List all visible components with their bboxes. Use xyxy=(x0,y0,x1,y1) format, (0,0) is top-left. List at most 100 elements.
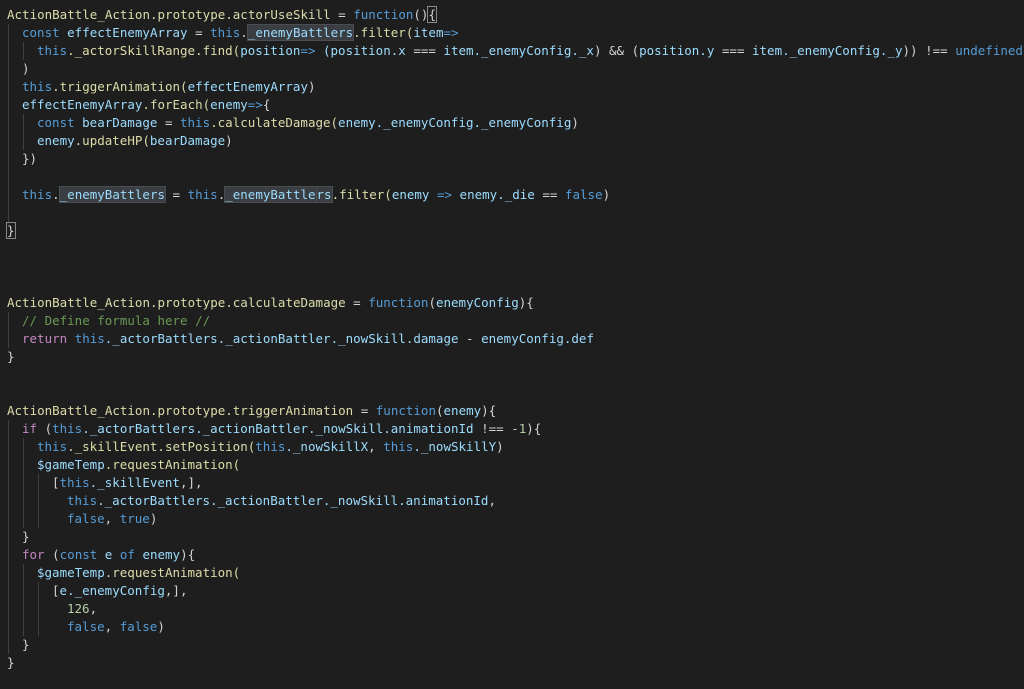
code-line[interactable]: this.triggerAnimation(effectEnemyArray) xyxy=(0,78,1024,96)
code-line[interactable]: for (const e of enemy){ xyxy=(0,546,1024,564)
indent-guide xyxy=(23,42,24,60)
code-token: ( xyxy=(52,547,60,562)
code-line[interactable]: const bearDamage = this.calculateDamage(… xyxy=(0,114,1024,132)
indent-guide xyxy=(23,438,24,456)
code-token: this xyxy=(74,331,105,346)
code-line[interactable]: $gameTemp.requestAnimation( xyxy=(0,456,1024,474)
code-token: function xyxy=(368,295,429,310)
code-line[interactable]: $gameTemp.requestAnimation( xyxy=(0,564,1024,582)
indent-guide xyxy=(8,474,9,492)
code-line[interactable] xyxy=(0,384,1024,402)
code-token: enemy xyxy=(210,97,248,112)
code-line[interactable]: this._actorBattlers._actionBattler._nowS… xyxy=(0,492,1024,510)
code-token: of xyxy=(119,547,143,562)
indent-guide xyxy=(23,510,24,528)
code-token: this xyxy=(59,475,90,490)
code-line[interactable]: false, true) xyxy=(0,510,1024,528)
code-token: ) xyxy=(571,115,579,130)
code-line[interactable] xyxy=(0,258,1024,276)
code-token: ){ xyxy=(481,403,497,418)
code-token: , xyxy=(488,493,496,508)
code-token: bearDamage xyxy=(82,115,158,130)
code-token: = xyxy=(353,403,376,418)
code-token: , xyxy=(104,511,120,526)
code-line[interactable]: enemy.updateHP(bearDamage) xyxy=(0,132,1024,150)
code-token: // Define formula here // xyxy=(22,313,211,328)
code-line[interactable]: } xyxy=(0,348,1024,366)
code-token: === xyxy=(413,43,444,58)
indent-guide xyxy=(8,78,9,96)
code-line[interactable]: } xyxy=(0,222,1024,240)
code-token: ( xyxy=(428,295,436,310)
code-line[interactable]: [e._enemyConfig,], xyxy=(0,582,1024,600)
code-line[interactable]: effectEnemyArray.forEach(enemy=>{ xyxy=(0,96,1024,114)
code-line[interactable]: } xyxy=(0,654,1024,672)
code-line[interactable] xyxy=(0,366,1024,384)
indent-guide xyxy=(8,60,9,78)
code-token: ) xyxy=(22,61,30,76)
code-line[interactable]: this._skillEvent.setPosition(this._nowSk… xyxy=(0,438,1024,456)
indent-guide xyxy=(8,528,9,546)
code-line[interactable]: ) xyxy=(0,60,1024,78)
code-line[interactable] xyxy=(0,168,1024,186)
code-line[interactable]: [this._skillEvent,], xyxy=(0,474,1024,492)
indent-guide xyxy=(23,618,24,636)
code-token: ._actorBattlers._actionBattler._nowSkill… xyxy=(97,493,489,508)
code-line[interactable]: this._enemyBattlers = this._enemyBattler… xyxy=(0,186,1024,204)
code-token: .filter( xyxy=(331,187,392,202)
code-token: e._enemyConfig xyxy=(59,583,165,598)
code-line[interactable]: } xyxy=(0,528,1024,546)
indent-guide xyxy=(23,456,24,474)
code-line[interactable]: return this._actorBattlers._actionBattle… xyxy=(0,330,1024,348)
code-token: return xyxy=(22,331,75,346)
code-token: ){ xyxy=(180,547,196,562)
code-line[interactable]: ActionBattle_Action.prototype.actorUseSk… xyxy=(0,6,1024,24)
indent-guide xyxy=(8,618,9,636)
code-line[interactable]: this._actorSkillRange.find(position=> (p… xyxy=(0,42,1024,60)
indent-guide xyxy=(8,330,9,348)
code-token: enemy xyxy=(391,187,437,202)
code-token: ActionBattle_Action.prototype.triggerAni… xyxy=(7,403,354,418)
highlighted-token: _enemyBattlers xyxy=(58,186,167,203)
code-editor[interactable]: ActionBattle_Action.prototype.actorUseSk… xyxy=(0,6,1024,689)
code-token: ) xyxy=(602,187,611,202)
code-token: this xyxy=(37,43,68,58)
code-token: , xyxy=(104,619,120,634)
code-line[interactable] xyxy=(0,276,1024,294)
code-line[interactable] xyxy=(0,204,1024,222)
code-line[interactable]: ActionBattle_Action.prototype.triggerAni… xyxy=(0,402,1024,420)
code-line[interactable]: } xyxy=(0,636,1024,654)
indent-guide xyxy=(8,582,9,600)
code-line[interactable]: }) xyxy=(0,150,1024,168)
code-token: . xyxy=(52,187,60,202)
indent-guide xyxy=(8,492,9,510)
code-line[interactable]: // Define formula here // xyxy=(0,312,1024,330)
code-token: ) xyxy=(496,439,504,454)
code-token: position xyxy=(240,43,301,58)
indent-guide xyxy=(8,420,9,438)
code-line[interactable]: ActionBattle_Action.prototype.calculateD… xyxy=(0,294,1024,312)
code-token: => xyxy=(300,43,323,58)
indent-guide xyxy=(8,96,9,114)
code-token: -1 xyxy=(511,421,527,436)
indent-guide xyxy=(8,510,9,528)
code-token: } xyxy=(7,655,15,670)
code-token: = xyxy=(330,7,354,22)
code-line[interactable] xyxy=(0,240,1024,258)
indent-guide xyxy=(38,474,39,492)
code-token: .updateHP( xyxy=(74,133,150,148)
code-line[interactable]: 126, xyxy=(0,600,1024,618)
code-token: [ xyxy=(52,475,60,490)
code-token: => xyxy=(443,25,459,40)
code-token: () xyxy=(413,7,429,22)
code-token: } xyxy=(6,222,16,239)
code-token: this xyxy=(52,421,83,436)
code-token: ) xyxy=(308,79,316,94)
code-line[interactable]: if (this._actorBattlers._actionBattler._… xyxy=(0,420,1024,438)
code-line[interactable]: const effectEnemyArray = this._enemyBatt… xyxy=(0,24,1024,42)
indent-guide xyxy=(23,582,24,600)
code-token: this xyxy=(180,115,211,130)
code-line[interactable]: false, false) xyxy=(0,618,1024,636)
code-token: }) xyxy=(22,151,38,166)
highlighted-token: _enemyBattle xyxy=(224,186,317,203)
